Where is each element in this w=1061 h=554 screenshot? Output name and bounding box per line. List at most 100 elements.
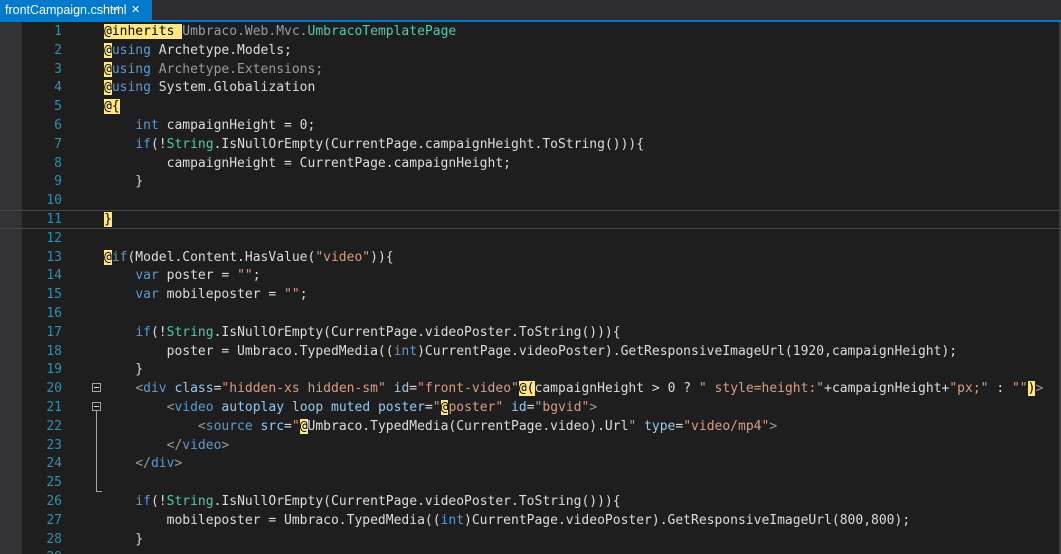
code-token: if (135, 494, 151, 509)
code-line[interactable]: 13 @if(Model.Content.HasValue("video")){ (0, 248, 1059, 267)
code-token: String (166, 494, 214, 509)
code-line[interactable]: 8 campaignHeight = CurrentPage.campaignH… (0, 154, 1059, 173)
line-number: 20 (46, 381, 62, 397)
code-token: } (104, 174, 144, 190)
code-editor[interactable]: 1 @inherits Umbraco.Web.Mvc.UmbracoTempla… (0, 22, 1061, 554)
code-token: )){ (370, 249, 394, 265)
code-line[interactable]: 16 (0, 304, 1059, 323)
code-token: poster = Umbraco.TypedMedia(( (104, 343, 394, 359)
code-token: div (143, 381, 167, 397)
code-line[interactable]: 4 @using System.Globalization (0, 78, 1059, 97)
code-token: @ (104, 249, 112, 265)
code-line[interactable]: 27 mobileposter = Umbraco.TypedMedia((in… (0, 511, 1059, 530)
code-line[interactable]: 7 if(!String.IsNullOrEmpty(CurrentPage.c… (0, 135, 1059, 154)
code-token: = (526, 400, 535, 415)
line-number: 8 (54, 155, 62, 171)
code-token: "video/mp4" (683, 418, 770, 434)
code-token: using (111, 80, 151, 96)
code-line[interactable]: 11} (0, 210, 1059, 229)
code-token: div (150, 456, 175, 472)
code-token: String (166, 324, 214, 340)
code-line[interactable]: 19 } (0, 360, 1059, 379)
line-number: 17 (46, 324, 62, 340)
code-line[interactable]: 12 (0, 229, 1059, 248)
code-text: var mobileposter = ""; (104, 285, 308, 304)
code-token: "" (284, 287, 300, 303)
code-token: .IsNullOrEmpty(CurrentPage.campaignHeigh… (213, 136, 645, 152)
code-token: if (111, 249, 128, 265)
code-line[interactable]: 21 <video autoplay loop muted poster="@p… (0, 398, 1059, 417)
code-token: } (104, 531, 144, 547)
code-token: var (135, 268, 159, 284)
code-line[interactable]: 23 </video> (0, 436, 1059, 455)
code-text: @using Archetype.Models; (104, 41, 292, 60)
code-line[interactable]: 15 var mobileposter = ""; (0, 285, 1059, 304)
code-token: .IsNullOrEmpty(CurrentPage.videoPoster.T… (213, 494, 621, 509)
code-line[interactable]: 17 if(!String.IsNullOrEmpty(CurrentPage.… (0, 323, 1059, 342)
code-token: " (432, 400, 441, 415)
line-number: 9 (54, 174, 62, 190)
code-line[interactable]: 26 if(!String.IsNullOrEmpty(CurrentPage.… (0, 492, 1059, 511)
code-line[interactable]: 1 @inherits Umbraco.Web.Mvc.UmbracoTempla… (0, 22, 1059, 41)
document-tab-strip: frontCampaign.cshtml ⊣ ✕ (0, 0, 1061, 22)
code-token: " (291, 418, 300, 434)
code-token: int (393, 343, 418, 359)
fold-guide-line (96, 411, 97, 491)
code-token: campaignHeight = 0; (158, 118, 316, 133)
code-line[interactable]: 3 @using Archetype.Extensions; (0, 60, 1059, 79)
code-token: if (135, 136, 151, 152)
line-number: 29 (22, 548, 62, 554)
code-token: mobileposter = Umbraco.TypedMedia(( (104, 512, 441, 528)
close-icon[interactable]: ✕ (131, 0, 140, 20)
code-token: type (644, 418, 676, 434)
code-line[interactable]: 18 poster = Umbraco.TypedMedia((int)Curr… (0, 342, 1059, 361)
code-token: (Model.Content.HasValue( (127, 249, 316, 265)
code-line[interactable]: 2 @using Archetype.Models; (0, 41, 1059, 60)
code-text: } (104, 211, 112, 228)
line-number: 5 (54, 99, 62, 115)
code-line[interactable]: 20 <div class="hidden-xs hidden-sm" id="… (0, 379, 1059, 398)
code-token: poster (377, 400, 425, 415)
code-token: +campaignHeight+ (824, 381, 950, 397)
code-line[interactable]: 25 (0, 473, 1059, 492)
code-token: : (988, 381, 1012, 397)
code-line[interactable]: 5 @{ (0, 97, 1059, 116)
code-token: mobileposter = (158, 287, 285, 303)
code-line[interactable]: 29 (0, 548, 1059, 554)
code-text: <video autoplay loop muted poster="@post… (104, 398, 597, 417)
collapse-region-icon[interactable] (92, 383, 101, 393)
code-line[interactable]: 24 </div> (0, 454, 1059, 473)
line-number: 27 (46, 512, 62, 528)
code-line[interactable]: 10 (0, 191, 1059, 210)
fold-guide-end (96, 491, 102, 492)
code-token: > (769, 418, 778, 434)
code-token: int (440, 512, 465, 528)
code-text: @using System.Globalization (104, 78, 315, 97)
code-token: ; (299, 287, 308, 303)
collapse-region-icon[interactable] (92, 402, 101, 411)
code-text: if(!String.IsNullOrEmpty(CurrentPage.vid… (104, 323, 620, 342)
code-line[interactable]: 22 <source src="@Umbraco.TypedMedia(Curr… (0, 417, 1059, 436)
code-text: </video> (104, 436, 230, 455)
pin-icon[interactable]: ⊣ (110, 0, 120, 20)
code-line[interactable]: 14 var poster = ""; (0, 266, 1059, 285)
code-line[interactable]: 9 } (0, 172, 1059, 191)
code-token: @ (299, 418, 308, 434)
code-token: muted (331, 400, 371, 415)
code-token: < (135, 381, 144, 397)
code-token: using (111, 61, 151, 77)
code-token: campaignHeight = CurrentPage.campaignHei… (104, 155, 511, 171)
tab-frontcampaign-cshtml[interactable]: frontCampaign.cshtml ⊣ ✕ (0, 0, 152, 20)
code-token: @ (104, 61, 112, 77)
code-token: </ (166, 437, 183, 453)
code-token: (! (150, 136, 167, 152)
code-token: int (135, 118, 159, 133)
code-token: )CurrentPage.videoPoster).GetResponsiveI… (464, 512, 911, 528)
code-line[interactable]: 28 } (0, 530, 1059, 549)
code-token: ; (252, 268, 261, 284)
code-line[interactable]: 6 int campaignHeight = 0; (0, 116, 1059, 135)
